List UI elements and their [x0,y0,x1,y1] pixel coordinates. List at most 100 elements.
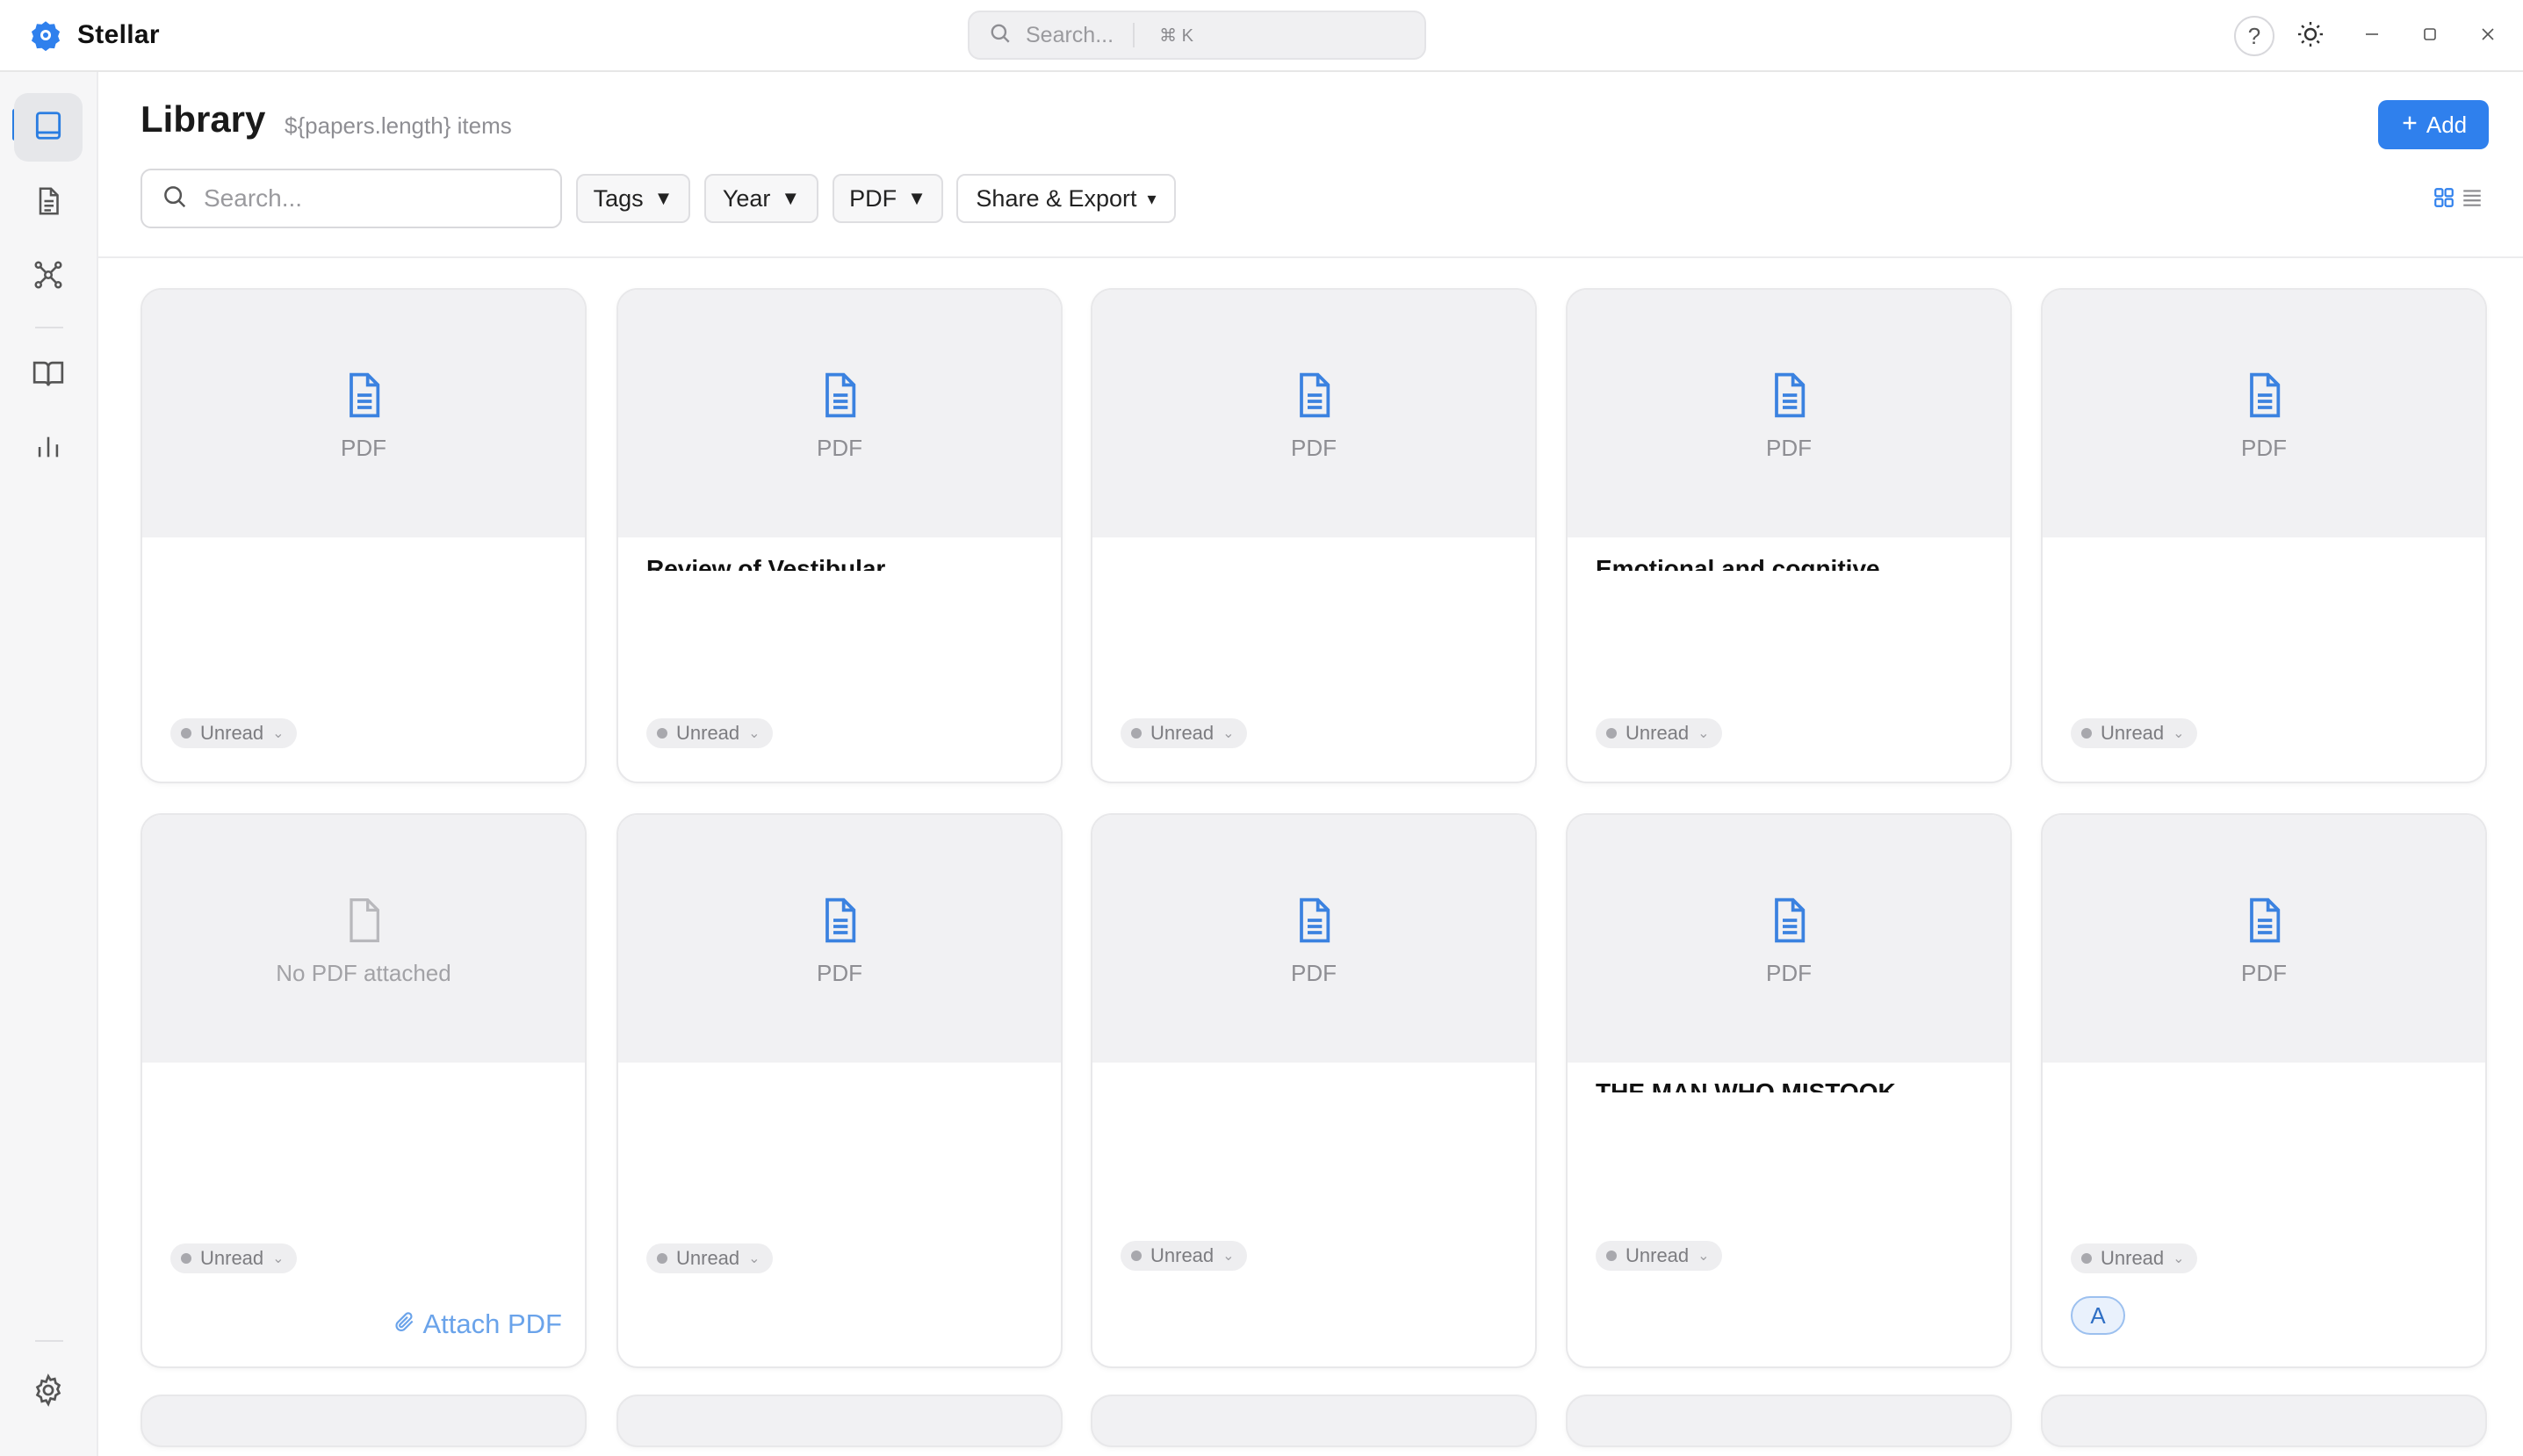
read-status-dropdown[interactable]: Unread ⌄ [646,718,773,748]
maximize-button[interactable] [2410,16,2450,56]
tags-filter[interactable]: Tags ▼ [576,174,690,223]
app-brand: Stellar [28,16,160,54]
view-toggle[interactable] [2433,186,2483,213]
paper-card[interactable]: PDF Unread ⌄ [616,813,1063,1368]
close-window-button[interactable] [2468,16,2508,56]
chevron-down-icon: ⌄ [1698,1249,1710,1264]
read-status-dropdown[interactable]: Unread ⌄ [170,1243,297,1273]
paper-card[interactable]: PDF Review of Vestibular... Unread ⌄ [616,288,1063,783]
status-dot [181,728,191,739]
thumbnail-label: PDF [1766,435,1812,461]
tags-filter-label: Tags [593,184,644,212]
paper-title[interactable]: THE MAN WHO MISTOOK... [1596,1075,1982,1092]
read-status-dropdown[interactable]: Unread ⌄ [170,718,297,748]
paper-card[interactable]: PDF Unread ⌄ [1091,288,1537,783]
plus-icon [2400,112,2419,139]
read-status-dropdown[interactable]: Unread ⌄ [1596,1241,1722,1271]
attach-pdf-label: Attach PDF [422,1308,563,1339]
share-export-label: Share & Export [976,184,1137,212]
pdf-thumbnail[interactable]: PDF [618,815,1061,1063]
thumbnail-label: PDF [2241,435,2287,461]
chevron-down-icon: ⌄ [1698,726,1710,741]
pdf-thumbnail[interactable]: PDF [2043,815,2485,1063]
status-label: Unread [676,1247,740,1269]
add-button[interactable]: Add [2378,100,2489,149]
document-icon [32,185,64,221]
grid-view-icon[interactable] [2433,186,2455,213]
caret-down-icon: ▾ [1147,189,1157,209]
pdf-file-icon [1764,367,1813,428]
attach-pdf-button[interactable]: Attach PDF [393,1308,563,1340]
help-button[interactable]: ? [2234,16,2274,56]
chevron-down-icon: ⌄ [2173,1251,2185,1266]
item-count: ${papers.length} items [285,112,512,139]
year-filter-label: Year [722,184,771,212]
pdf-thumbnail[interactable]: PDF [2043,290,2485,537]
sidebar-item-notes[interactable] [14,169,83,237]
paper-card[interactable] [2041,1395,2487,1447]
settings-button[interactable] [14,1358,83,1426]
thumbnail-label: PDF [1766,960,1812,986]
year-filter[interactable]: Year ▼ [704,174,818,223]
library-search-box[interactable] [141,169,562,228]
library-search-input[interactable] [204,184,537,213]
search-icon [162,184,188,214]
paper-card[interactable]: PDF THE MAN WHO MISTOOK... Unread ⌄ [1566,813,2012,1368]
thumbnail-label: PDF [341,435,386,461]
sidebar-item-stats[interactable] [14,414,83,483]
paper-card[interactable]: PDF Unread ⌄ [1091,813,1537,1368]
list-view-icon[interactable] [2461,186,2483,213]
global-search-placeholder: Search... [1026,22,1114,47]
paper-card[interactable]: PDF Unread ⌄ A [2041,813,2487,1368]
pdf-file-icon [815,892,864,953]
read-status-dropdown[interactable]: Unread ⌄ [2071,718,2197,748]
paper-card[interactable] [1566,1395,2012,1447]
page-title: Library [141,98,266,140]
paper-card[interactable]: No PDF attached Unread ⌄ Attach PDF [141,813,587,1368]
status-label: Unread [200,1247,264,1269]
no-pdf-thumbnail: No PDF attached [142,815,585,1063]
paper-card[interactable]: PDF Emotional and cognitive... Unread ⌄ [1566,288,2012,783]
paper-title[interactable]: Review of Vestibular... [646,551,1033,571]
read-status-dropdown[interactable]: Unread ⌄ [646,1243,773,1273]
paper-card[interactable] [616,1395,1063,1447]
sidebar-item-reader[interactable] [14,341,83,409]
pdf-thumbnail[interactable]: PDF [1568,290,2010,537]
pdf-thumbnail[interactable]: PDF [618,290,1061,537]
pdf-file-icon [2239,892,2289,953]
pdf-file-icon [339,367,388,428]
paper-card[interactable] [1091,1395,1537,1447]
pdf-thumbnail[interactable]: PDF [1092,815,1535,1063]
sidebar-item-library[interactable] [14,93,83,162]
pdf-thumbnail[interactable]: PDF [1568,815,2010,1063]
add-button-label: Add [2426,111,2468,138]
paper-card[interactable] [141,1395,587,1447]
theme-toggle-button[interactable] [2290,16,2331,56]
author-avatar[interactable]: A [2071,1296,2125,1335]
paper-title[interactable]: Emotional and cognitive... [1596,551,1982,571]
thumbnail-label: PDF [817,960,862,986]
status-dot [657,728,667,739]
pdf-filter[interactable]: PDF ▼ [833,174,943,223]
read-status-dropdown[interactable]: Unread ⌄ [2071,1243,2197,1273]
global-search-bar[interactable]: Search... ⌘ K [968,11,1426,60]
read-status-dropdown[interactable]: Unread ⌄ [1121,718,1247,748]
pdf-thumbnail[interactable]: PDF [142,290,585,537]
status-dot [181,1253,191,1264]
thumbnail-label: No PDF attached [276,960,451,986]
read-status-dropdown[interactable]: Unread ⌄ [1596,718,1722,748]
paper-card[interactable]: PDF Unread ⌄ [141,288,587,783]
share-export-menu[interactable]: Share & Export ▾ [956,174,1176,223]
status-label: Unread [1150,722,1215,744]
chevron-down-icon: ⌄ [272,1251,285,1266]
sidebar [0,72,98,1456]
sidebar-item-graph[interactable] [14,242,83,311]
close-icon [2477,24,2498,49]
pdf-thumbnail[interactable]: PDF [1092,290,1535,537]
main-content: Library ${papers.length} items Add Tags … [98,72,2523,1456]
minimize-button[interactable] [2352,16,2392,56]
read-status-dropdown[interactable]: Unread ⌄ [1121,1241,1247,1271]
paper-card[interactable]: PDF Unread ⌄ [2041,288,2487,783]
thumbnail-label: PDF [817,435,862,461]
status-label: Unread [200,722,264,744]
